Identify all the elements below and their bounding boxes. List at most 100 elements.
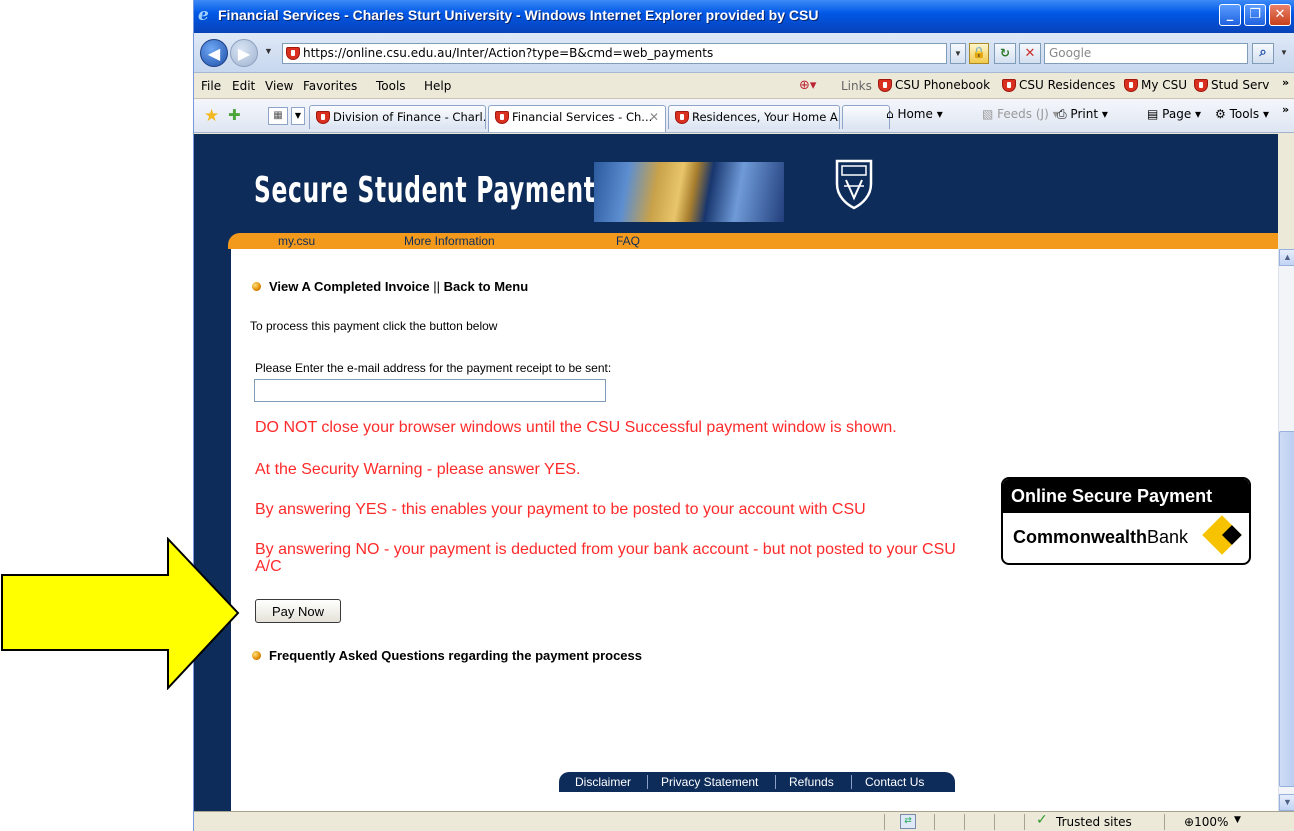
print-label: Print: [1070, 107, 1099, 121]
footer-refunds-link[interactable]: Refunds: [789, 772, 834, 792]
quick-tabs-button[interactable]: ▦: [268, 107, 288, 125]
feeds-label: Feeds (J): [997, 107, 1049, 121]
minimize-button[interactable]: _: [1219, 4, 1241, 26]
tools-label: Tools: [1229, 107, 1260, 121]
nav-more-information[interactable]: More Information: [404, 233, 495, 249]
tab-bar: ★ ✚ ▦ ▼ Division of Finance - Charl... F…: [194, 99, 1294, 133]
link-stud-serv[interactable]: Stud Serv: [1194, 78, 1269, 92]
link-csu-residences[interactable]: CSU Residences: [1002, 78, 1115, 92]
scroll-thumb[interactable]: [1279, 431, 1294, 787]
tab-label: Division of Finance - Charl...: [333, 110, 486, 124]
warning-text: DO NOT close your browser windows until …: [255, 419, 897, 436]
nav-my-csu[interactable]: my.csu: [278, 233, 315, 249]
menu-favorites[interactable]: Favorites: [303, 79, 357, 93]
bullet-icon: [252, 651, 261, 660]
csu-favicon-icon: [495, 111, 509, 124]
feeds-button[interactable]: ▧ Feeds (J) ▾: [982, 107, 1059, 121]
translate-icon[interactable]: ⊕▾: [799, 78, 816, 93]
chevron-right-icon[interactable]: »: [1282, 103, 1289, 116]
feeds-icon: ▧: [982, 107, 998, 121]
faq-link[interactable]: Frequently Asked Questions regarding the…: [269, 648, 642, 663]
tab-label: Financial Services - Ch...: [512, 110, 653, 124]
university-crest-icon: [835, 159, 873, 210]
csu-favicon-icon: [1002, 79, 1016, 92]
status-divider: [1024, 814, 1025, 830]
maximize-button[interactable]: ❐: [1244, 4, 1266, 26]
email-field[interactable]: [254, 379, 606, 402]
banner-title: Secure Student Payments: [254, 170, 611, 211]
tab-division-of-finance[interactable]: Division of Finance - Charl...: [309, 105, 486, 129]
gear-icon: ⚙: [1215, 107, 1230, 121]
csu-favicon-icon: [1194, 79, 1208, 92]
warning-text: At the Security Warning - please answer …: [255, 461, 581, 478]
warning-text: By answering NO - your payment is deduct…: [255, 541, 956, 575]
zoom-level[interactable]: ⊕100%: [1184, 815, 1228, 829]
print-button[interactable]: ⎙ Print ▾: [1057, 107, 1108, 122]
menu-view[interactable]: View: [265, 79, 293, 93]
stop-button[interactable]: ✕: [1019, 43, 1041, 64]
add-favorite-icon[interactable]: ✚: [228, 106, 241, 124]
link-my-csu[interactable]: My CSU: [1124, 78, 1187, 92]
chevron-right-icon[interactable]: »: [1282, 76, 1289, 89]
internet-explorer-icon: e: [198, 5, 209, 25]
tab-financial-services[interactable]: Financial Services - Ch... ✕: [488, 105, 666, 132]
close-tab-icon[interactable]: ✕: [649, 110, 659, 124]
link-label: CSU Phonebook: [895, 78, 991, 92]
link-label: CSU Residences: [1019, 78, 1116, 92]
menu-edit[interactable]: Edit: [232, 79, 255, 93]
page-menu-button[interactable]: ▤ Page ▾: [1147, 107, 1201, 121]
bullet-icon: [252, 282, 261, 291]
search-options-dropdown[interactable]: ▼: [1276, 43, 1292, 64]
link-label: Stud Serv: [1211, 78, 1270, 92]
nav-faq[interactable]: FAQ: [616, 233, 640, 249]
pay-now-button[interactable]: Pay Now: [255, 599, 341, 623]
address-input[interactable]: https://online.csu.edu.au/Inter/Action?t…: [282, 43, 947, 64]
search-input[interactable]: Google: [1044, 43, 1248, 64]
window-title: Financial Services - Charles Sturt Unive…: [218, 7, 819, 23]
process-instructions: To process this payment click the button…: [250, 319, 498, 333]
footer-disclaimer-link[interactable]: Disclaimer: [575, 772, 631, 792]
yellow-pointer-arrow: [1, 537, 240, 690]
banner-photo-strip: [594, 162, 784, 222]
tools-menu-button[interactable]: ⚙ Tools ▾: [1215, 107, 1269, 121]
status-divider: [1164, 814, 1165, 830]
tab-list-dropdown[interactable]: ▼: [291, 107, 305, 125]
forward-button[interactable]: ▶: [230, 39, 258, 67]
vertical-scrollbar[interactable]: ▲ ▼: [1278, 249, 1294, 811]
title-bar[interactable]: e Financial Services - Charles Sturt Uni…: [194, 0, 1294, 33]
commonwealth-bank-logo: Online Secure Payment CommonwealthBank: [1001, 477, 1251, 565]
zoom-icon: ⊕: [1184, 815, 1195, 829]
menu-help[interactable]: Help: [424, 79, 451, 93]
tab-residences[interactable]: Residences, Your Home A...: [668, 105, 840, 129]
recent-pages-dropdown[interactable]: ▼: [264, 46, 273, 56]
home-icon: ⌂: [886, 107, 898, 121]
scroll-up-arrow-icon[interactable]: ▲: [1279, 249, 1294, 266]
footer-privacy-link[interactable]: Privacy Statement: [661, 772, 758, 792]
zoom-dropdown[interactable]: ▼: [1234, 815, 1241, 825]
site-nav: my.csu More Information FAQ: [228, 233, 1278, 249]
menu-tools[interactable]: Tools: [376, 79, 406, 93]
refresh-button[interactable]: ↻: [994, 43, 1016, 64]
search-icon[interactable]: ⌕: [1252, 43, 1274, 64]
tab-label: Residences, Your Home A...: [692, 110, 840, 124]
cba-logo-heading: Online Secure Payment: [1003, 479, 1249, 513]
site-banner: Secure Student Payments: [194, 134, 1278, 234]
address-dropdown-button[interactable]: ▼: [950, 43, 966, 64]
back-to-menu-link[interactable]: Back to Menu: [444, 279, 529, 294]
favorites-star-icon[interactable]: ★: [204, 106, 219, 126]
csu-favicon-icon: [316, 111, 330, 124]
lock-icon[interactable]: 🔒: [969, 43, 989, 64]
status-divider: [884, 814, 885, 830]
security-zone-label[interactable]: Trusted sites: [1056, 815, 1132, 829]
faq-link-row: Frequently Asked Questions regarding the…: [252, 648, 642, 663]
close-window-button[interactable]: ✕: [1269, 4, 1291, 26]
csu-favicon-icon: [675, 111, 689, 124]
view-invoice-link[interactable]: View A Completed Invoice: [269, 279, 430, 294]
footer-contact-link[interactable]: Contact Us: [865, 772, 924, 792]
home-button[interactable]: ⌂ Home ▾: [886, 107, 943, 121]
new-tab-button[interactable]: [842, 105, 890, 129]
back-button[interactable]: ◀: [200, 39, 228, 67]
link-csu-phonebook[interactable]: CSU Phonebook: [878, 78, 990, 92]
scroll-down-arrow-icon[interactable]: ▼: [1279, 794, 1294, 811]
menu-file[interactable]: File: [201, 79, 221, 93]
